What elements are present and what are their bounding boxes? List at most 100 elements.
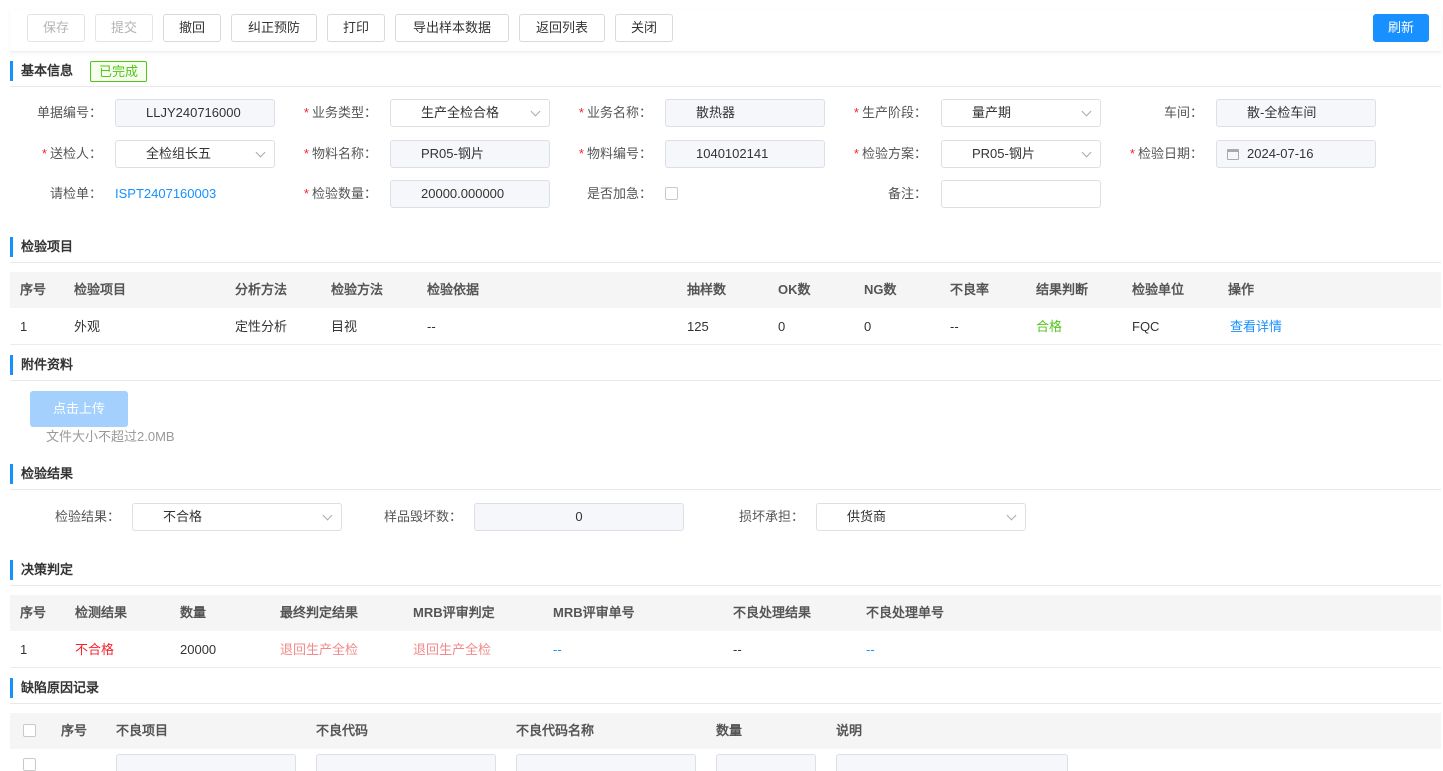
- cell: 外观: [74, 319, 101, 334]
- col-header: 不良项目: [116, 723, 169, 738]
- col-header: MRB评审判定: [413, 605, 495, 620]
- plan-label: * 检验方案：: [853, 146, 927, 161]
- cell: --: [733, 642, 742, 657]
- defect-item-input[interactable]: [116, 754, 296, 771]
- col-header: MRB评审单号: [553, 605, 635, 620]
- export-sample-button[interactable]: 导出样本数据: [395, 14, 509, 42]
- sender-select[interactable]: 全检组长五: [115, 140, 275, 168]
- cell: 0: [778, 319, 786, 334]
- chevron-down-icon: [255, 147, 266, 158]
- col-header: 检验项目: [74, 282, 127, 297]
- sender-label: * 送检人：: [41, 146, 102, 161]
- col-header: 数量: [180, 605, 207, 620]
- cell: 125: [687, 319, 709, 334]
- urgent-checkbox[interactable]: [665, 187, 678, 200]
- stage-select[interactable]: 量产期: [941, 99, 1101, 127]
- chevron-down-icon: [1081, 106, 1092, 117]
- qty-label: * 检验数量：: [303, 186, 377, 201]
- col-header: 检验依据: [427, 282, 480, 297]
- col-header: 检测结果: [75, 605, 128, 620]
- col-header: 序号: [20, 282, 47, 297]
- defect-code-name-input[interactable]: [516, 754, 696, 771]
- col-header: 检验方法: [331, 282, 384, 297]
- defect-code-input[interactable]: [316, 754, 496, 771]
- defects-header: 序号 不良项目 不良代码 不良代码名称 数量 说明: [10, 713, 1441, 749]
- col-header: 不良处理单号: [866, 605, 945, 620]
- divider: [10, 489, 1441, 490]
- defect-note-input[interactable]: [836, 754, 1068, 771]
- upload-hint: 文件大小不超过2.0MB: [46, 429, 175, 444]
- chevron-down-icon: [1081, 147, 1092, 158]
- cell: 1: [20, 642, 28, 657]
- divider: [10, 703, 1441, 704]
- result-select[interactable]: 不合格: [132, 503, 342, 531]
- result-pass-cell: 合格: [1036, 319, 1063, 334]
- result-label: 检验结果：: [54, 509, 120, 524]
- back-to-list-button[interactable]: 返回列表: [519, 14, 605, 42]
- material-no-field[interactable]: 1040102141: [665, 140, 825, 168]
- plan-select[interactable]: PR05-钢片: [941, 140, 1101, 168]
- defect-doc-link[interactable]: --: [866, 632, 875, 668]
- row-checkbox[interactable]: [23, 758, 36, 771]
- workshop-field[interactable]: 散-全检车间: [1216, 99, 1376, 127]
- col-header: 不良代码: [316, 723, 369, 738]
- doc-no-label: 单据编号：: [36, 105, 102, 120]
- bearer-select[interactable]: 供货商: [816, 503, 1026, 531]
- remark-input[interactable]: [941, 180, 1101, 208]
- section-attachments-title: 附件资料: [10, 355, 73, 375]
- material-name-label: * 物料名称：: [303, 146, 377, 161]
- doc-no-field[interactable]: LLJY240716000: [115, 99, 275, 127]
- col-header: 说明: [836, 723, 863, 738]
- cell: 目视: [331, 319, 358, 334]
- save-button[interactable]: 保存: [27, 14, 85, 42]
- divider: [10, 86, 1441, 87]
- col-header: 序号: [20, 605, 47, 620]
- cell: --: [950, 319, 959, 334]
- biz-name-field[interactable]: 散热器: [665, 99, 825, 127]
- defect-qty-input[interactable]: [716, 754, 816, 771]
- divider: [10, 262, 1441, 263]
- refresh-button[interactable]: 刷新: [1373, 14, 1429, 42]
- cell: 0: [864, 319, 872, 334]
- cell: 20000: [180, 642, 217, 657]
- date-picker[interactable]: 2024-07-16: [1216, 140, 1376, 168]
- section-result-title: 检验结果: [10, 464, 73, 484]
- close-button[interactable]: 关闭: [615, 14, 673, 42]
- col-header: 最终判定结果: [280, 605, 359, 620]
- urgent-label: 是否加急：: [586, 186, 652, 201]
- table-row: 1 不合格 20000 退回生产全检 退回生产全检 -- -- --: [10, 632, 1441, 668]
- inspection-items-header: 序号 检验项目 分析方法 检验方法 检验依据 抽样数 OK数 NG数 不良率 结…: [10, 272, 1441, 308]
- view-details-link[interactable]: 查看详情: [1230, 309, 1282, 345]
- request-link[interactable]: ISPT2407160003: [115, 180, 216, 208]
- col-header: 不良代码名称: [516, 723, 595, 738]
- corrective-action-button[interactable]: 纠正预防: [231, 14, 317, 42]
- col-header: 不良处理结果: [733, 605, 812, 620]
- damage-label: 样品毁坏数：: [383, 509, 462, 524]
- biz-name-label: * 业务名称：: [578, 105, 652, 120]
- qty-field[interactable]: 20000.000000: [390, 180, 550, 208]
- upload-button[interactable]: 点击上传: [30, 391, 128, 427]
- damage-count-field[interactable]: 0: [474, 503, 684, 531]
- workshop-label: 车间：: [1163, 105, 1203, 120]
- col-header: 检验单位: [1132, 282, 1185, 297]
- chevron-down-icon: [322, 510, 333, 521]
- col-header: 序号: [61, 723, 88, 738]
- material-name-field[interactable]: PR05-钢片: [390, 140, 550, 168]
- cell: 定性分析: [235, 319, 288, 334]
- material-no-label: * 物料编号：: [578, 146, 652, 161]
- withdraw-button[interactable]: 撤回: [163, 14, 221, 42]
- select-all-checkbox[interactable]: [23, 724, 36, 737]
- submit-button[interactable]: 提交: [95, 14, 153, 42]
- col-header: NG数: [864, 282, 897, 297]
- chevron-down-icon: [1006, 510, 1017, 521]
- cell: 退回生产全检: [413, 642, 492, 657]
- divider: [10, 585, 1441, 586]
- mrb-link[interactable]: --: [553, 632, 562, 668]
- bearer-label: 损坏承担：: [738, 509, 804, 524]
- col-header: 操作: [1228, 282, 1255, 297]
- biz-type-select[interactable]: 生产全检合格: [390, 99, 550, 127]
- print-button[interactable]: 打印: [327, 14, 385, 42]
- col-header: 不良率: [950, 282, 990, 297]
- divider: [10, 380, 1441, 381]
- section-decision-title: 决策判定: [10, 560, 73, 580]
